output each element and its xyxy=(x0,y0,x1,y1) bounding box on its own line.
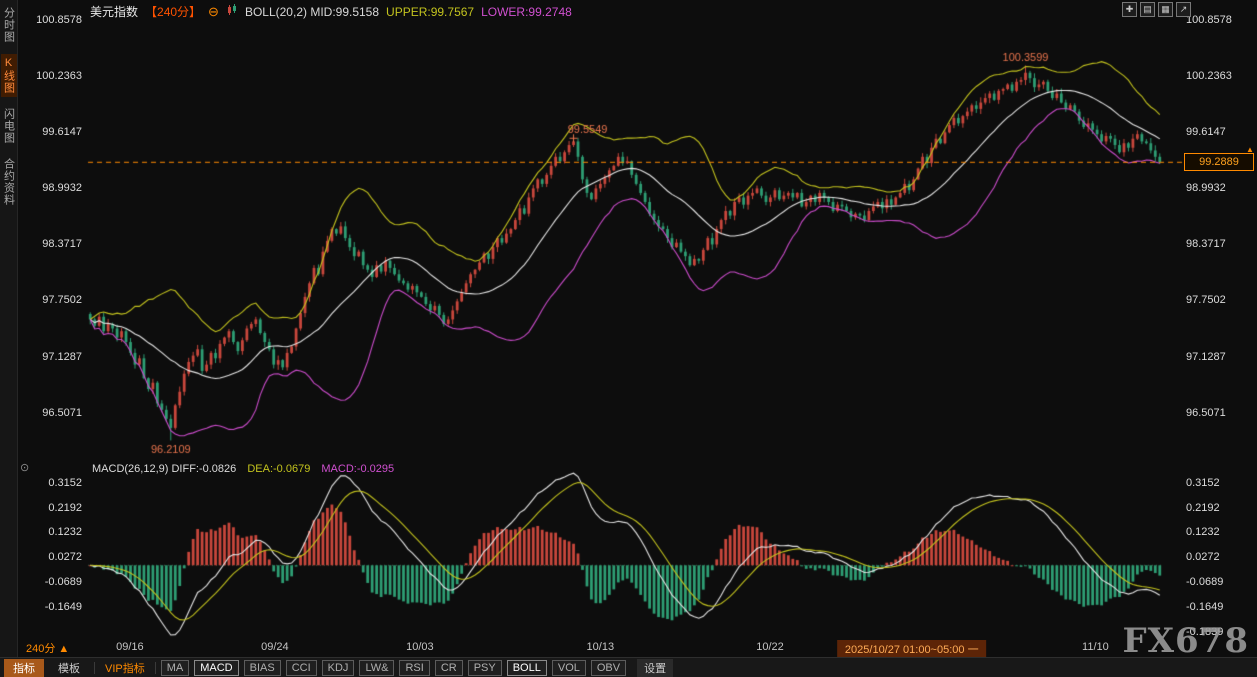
boll-mid-label: BOLL(20,2) MID:99.5158 xyxy=(244,4,380,19)
period-selector[interactable]: 240分 ▲ xyxy=(26,640,69,656)
macd-macd-label: MACD:-0.0295 xyxy=(321,463,395,475)
toolbar-tab-1[interactable]: 指标 xyxy=(4,658,44,677)
x-axis-date-4: 10/22 xyxy=(756,641,784,653)
sidebar-tab-4[interactable]: 合约资料 xyxy=(1,155,17,209)
toolbar-divider xyxy=(154,661,156,674)
macd-header: MACD(26,12,9) DIFF:-0.0826 DEA:-0.0679 M… xyxy=(92,463,394,475)
macd-axis-label-right-0: 0.3152 xyxy=(1186,476,1220,489)
x-axis-row: 240分 ▲ 09/16 09/24 10/03 10/13 10/22 11/10 202… xyxy=(0,640,1257,658)
x-axis-date-1: 09/24 xyxy=(261,641,289,653)
period-tag: 【240分】 xyxy=(145,5,202,19)
last-price-tag: 99.2889 xyxy=(1184,153,1254,172)
price-axis-label-right-6: 97.1287 xyxy=(1186,350,1226,363)
grid-view-icon[interactable]: ▦ xyxy=(1158,2,1173,17)
indicator-button-lw&[interactable]: LW& xyxy=(359,659,395,676)
chart-type-sidebar: 分时图 K线图闪电图合约资料 xyxy=(0,0,18,677)
toolbar-tab-2[interactable]: 模板 xyxy=(49,659,89,677)
indicator-button-ma[interactable]: MA xyxy=(160,659,190,676)
indicator-button-bias[interactable]: BIAS xyxy=(243,659,281,676)
sidebar-tab-1[interactable]: 分时图 xyxy=(1,4,17,46)
x-axis-date-2: 10/03 xyxy=(406,641,434,653)
window-control-icons: ✚ ▤ ▦ ↗ xyxy=(1122,2,1191,17)
indicator-button-cci[interactable]: CCI xyxy=(285,659,317,676)
candlestick-chart-canvas[interactable] xyxy=(0,0,1257,677)
x-axis-date-0: 09/16 xyxy=(116,641,144,653)
indicator-button-kdj[interactable]: KDJ xyxy=(321,659,355,676)
indicator-button-rsi[interactable]: RSI xyxy=(399,659,430,676)
indicator-button-boll[interactable]: BOLL xyxy=(506,659,547,676)
x-axis-date-5: 11/10 xyxy=(1082,641,1109,653)
macd-axis-label-right-2: 0.1232 xyxy=(1186,526,1220,539)
lines-view-icon[interactable]: ▤ xyxy=(1140,2,1155,17)
settings-button[interactable]: 设置 xyxy=(637,658,674,677)
price-arrow-icon: ▲ xyxy=(1246,145,1254,155)
price-axis-label-right-7: 96.5071 xyxy=(1186,406,1226,419)
crosshair-icon[interactable]: ✚ xyxy=(1122,2,1137,17)
sidebar-tab-2[interactable]: K线图 xyxy=(0,54,17,97)
x-axis-date-3: 10/13 xyxy=(586,641,615,653)
macd-axis-label-right-3: 0.0272 xyxy=(1186,551,1220,564)
macd-axis-label-right-5: -0.1649 xyxy=(1186,600,1224,613)
macd-diff-label: MACD(26,12,9) DIFF:-0.0826 xyxy=(92,463,237,475)
indicator-button-cr[interactable]: CR xyxy=(434,659,463,676)
price-axis-label-right-3: 98.9932 xyxy=(1186,182,1226,195)
boll-lower-label: LOWER:99.2748 xyxy=(481,4,572,19)
collapse-indicator-icon[interactable]: ⊙ xyxy=(20,461,29,474)
popout-icon[interactable]: ↗ xyxy=(1176,2,1191,17)
toolbar-divider xyxy=(94,661,95,674)
indicator-button-psy[interactable]: PSY xyxy=(467,659,502,676)
indicator-button-obv[interactable]: OBV xyxy=(590,659,627,676)
macd-axis-label-right-4: -0.0689 xyxy=(1186,576,1224,589)
chart-header: 美元指数 【240分】 ⊖ BOLL(20,2) MID:99.5158 UPPE… xyxy=(90,3,572,20)
price-axis-label-right-1: 100.2363 xyxy=(1186,69,1232,82)
macd-axis-label-right-1: 0.2192 xyxy=(1186,501,1220,514)
crosshair-date-label: 2025/10/27 01:00~05:00 一 xyxy=(836,640,987,658)
macd-dea-label: DEA:-0.0679 xyxy=(247,463,311,475)
price-axis-label-right-5: 97.7502 xyxy=(1186,294,1226,307)
boll-upper-label: UPPER:99.7567 xyxy=(386,4,475,19)
price-axis-label-right-4: 98.3717 xyxy=(1186,238,1226,251)
indicator-toolbar: 指标 模板 VIP指标 MA MACD BIAS CCI KDJ LW& RSI CR PSY BOLL… xyxy=(0,657,1257,677)
vip-indicators-button[interactable]: VIP指标 xyxy=(105,660,145,676)
sidebar-tab-3[interactable]: 闪电图 xyxy=(1,105,17,147)
zoom-out-icon[interactable]: ⊖ xyxy=(208,4,219,20)
candlestick-icon xyxy=(226,4,238,19)
price-axis-label-right-0: 100.8578 xyxy=(1186,13,1232,26)
indicator-button-macd[interactable]: MACD xyxy=(194,659,239,676)
trading-app-window: 分时图 K线图闪电图合约资料 美元指数 【240分】 ⊖ BOLL(20,2) MI… xyxy=(0,0,1257,677)
symbol-name: 美元指数 xyxy=(90,5,139,19)
indicator-button-vol[interactable]: VOL xyxy=(551,659,586,676)
price-axis-label-right-2: 99.6147 xyxy=(1186,125,1226,138)
